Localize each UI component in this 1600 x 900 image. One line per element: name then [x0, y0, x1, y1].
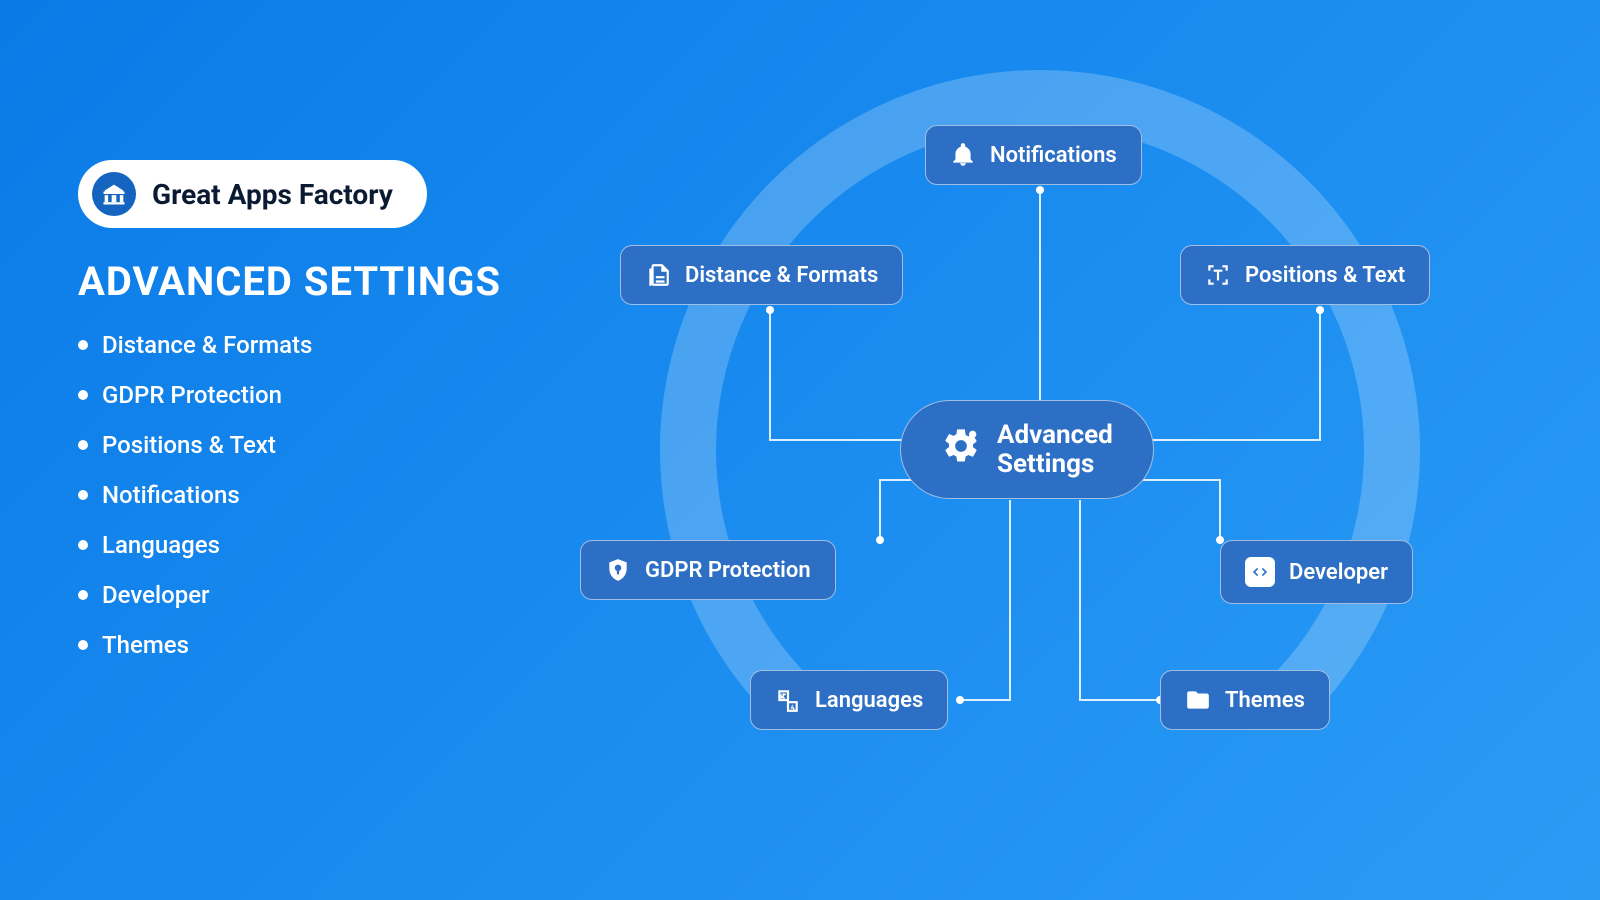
brand-name: Great Apps Factory: [152, 178, 393, 211]
center-node-advanced-settings: Advanced Settings: [900, 400, 1154, 499]
node-gdpr-protection: GDPR Protection: [580, 540, 836, 600]
node-label: Themes: [1225, 688, 1305, 713]
list-item-label: Notifications: [102, 481, 240, 509]
list-item: Developer: [78, 581, 538, 609]
brand-logo-icon: [92, 172, 136, 216]
left-title: ADVANCED SETTINGS: [78, 258, 538, 305]
list-item-label: Languages: [102, 531, 220, 559]
node-notifications: Notifications: [925, 125, 1142, 185]
code-icon: [1245, 557, 1275, 587]
list-item: Distance & Formats: [78, 331, 538, 359]
center-node-label-2: Settings: [997, 450, 1113, 479]
bullet-icon: [78, 440, 88, 450]
node-label: GDPR Protection: [645, 558, 811, 583]
node-label: Notifications: [990, 143, 1117, 168]
bell-icon: [950, 142, 976, 168]
node-distance-formats: Distance & Formats: [620, 245, 903, 305]
list-item-label: Developer: [102, 581, 210, 609]
node-label: Developer: [1289, 560, 1388, 585]
document-icon: [645, 262, 671, 288]
node-label: Languages: [815, 688, 923, 713]
list-item: Positions & Text: [78, 431, 538, 459]
folder-icon: [1185, 687, 1211, 713]
feature-list: Distance & Formats GDPR Protection Posit…: [78, 331, 538, 659]
left-panel: Great Apps Factory ADVANCED SETTINGS Dis…: [78, 160, 538, 681]
shield-icon: [605, 557, 631, 583]
bullet-icon: [78, 590, 88, 600]
node-languages: Languages: [750, 670, 948, 730]
node-label: Distance & Formats: [685, 263, 878, 288]
settings-diagram: Advanced Settings Notifications Distance…: [560, 60, 1540, 880]
bullet-icon: [78, 340, 88, 350]
bullet-icon: [78, 490, 88, 500]
list-item: GDPR Protection: [78, 381, 538, 409]
list-item: Themes: [78, 631, 538, 659]
list-item-label: GDPR Protection: [102, 381, 282, 409]
node-label: Positions & Text: [1245, 263, 1405, 288]
bullet-icon: [78, 640, 88, 650]
brand-pill: Great Apps Factory: [78, 160, 427, 228]
list-item-label: Positions & Text: [102, 431, 276, 459]
list-item-label: Distance & Formats: [102, 331, 312, 359]
center-node-label-1: Advanced: [997, 421, 1113, 450]
list-item: Languages: [78, 531, 538, 559]
gears-icon: [941, 426, 981, 473]
node-positions-text: Positions & Text: [1180, 245, 1430, 305]
node-themes: Themes: [1160, 670, 1330, 730]
bullet-icon: [78, 540, 88, 550]
node-developer: Developer: [1220, 540, 1413, 604]
translate-icon: [775, 687, 801, 713]
text-crop-icon: [1205, 262, 1231, 288]
list-item: Notifications: [78, 481, 538, 509]
list-item-label: Themes: [102, 631, 189, 659]
bullet-icon: [78, 390, 88, 400]
